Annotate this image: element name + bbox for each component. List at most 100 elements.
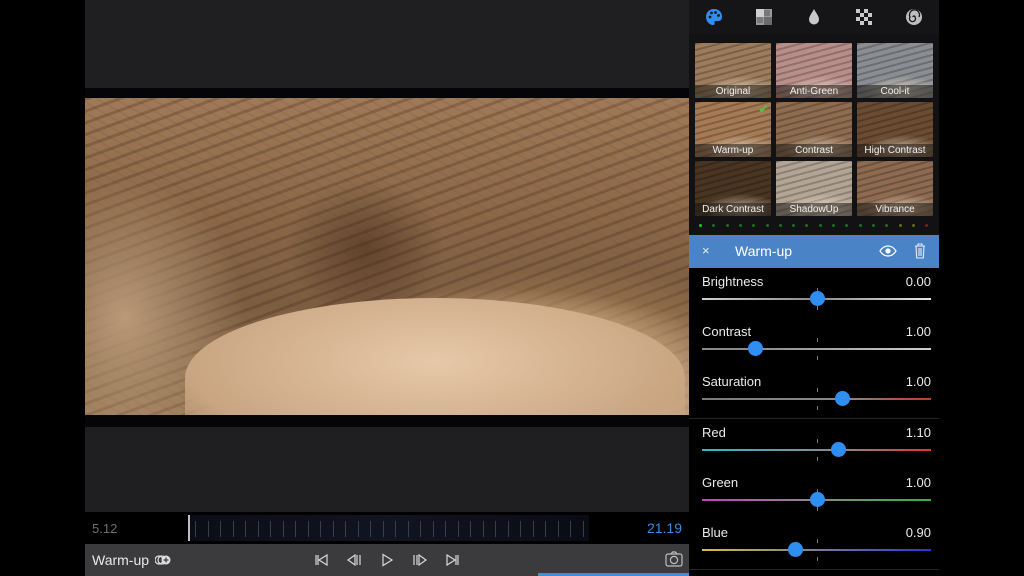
center-mark <box>817 457 818 461</box>
timeline-tick <box>457 521 459 537</box>
slider-thumb[interactable] <box>834 391 850 406</box>
slider-green: Green 1.00 <box>689 469 939 519</box>
page-dot[interactable] <box>858 224 862 227</box>
slider-label: Blue <box>702 525 729 540</box>
slider-thumb[interactable] <box>787 542 803 557</box>
play-button[interactable] <box>379 552 395 568</box>
eye-icon[interactable] <box>879 245 897 257</box>
timeline-tick <box>482 521 484 537</box>
filter-layers-icon[interactable] <box>155 555 171 565</box>
preset-contrast[interactable]: Contrast <box>776 102 852 157</box>
palette-icon[interactable] <box>705 8 723 26</box>
slider-value: 1.10 <box>905 425 931 440</box>
page-dot[interactable] <box>738 224 742 227</box>
trash-icon[interactable] <box>914 243 926 259</box>
swirl-icon[interactable] <box>905 8 923 26</box>
preset-high-contrast[interactable]: High Contrast <box>857 102 933 157</box>
page-dot[interactable] <box>845 224 849 227</box>
slider-track[interactable] <box>702 449 931 451</box>
preset-label: Dark Contrast <box>695 203 771 216</box>
preset-shadowup[interactable]: ShadowUp <box>776 161 852 216</box>
center-mark <box>817 507 818 511</box>
page-dot[interactable] <box>778 224 782 227</box>
skip-to-start-button[interactable] <box>313 552 329 568</box>
slider-blue: Blue 0.90 <box>689 519 939 569</box>
page-dot[interactable] <box>792 224 796 227</box>
playback-toolbar: Warm-up <box>85 544 689 576</box>
page-dot[interactable] <box>832 224 835 227</box>
slider-thumb[interactable] <box>747 341 763 356</box>
preset-original[interactable]: Original <box>695 43 771 98</box>
slider-thumb[interactable] <box>831 442 847 457</box>
page-dot[interactable] <box>712 224 716 227</box>
slider-brightness: Brightness 0.00 <box>689 268 939 318</box>
page-dot[interactable] <box>765 224 769 227</box>
page-dot[interactable] <box>911 224 915 227</box>
slider-thumb[interactable] <box>809 492 825 507</box>
timeline-tick <box>332 521 334 537</box>
skip-to-end-button[interactable] <box>445 552 461 568</box>
slider-value: 0.90 <box>905 525 931 540</box>
panel-tabs <box>689 0 939 34</box>
video-frame[interactable] <box>85 98 689 415</box>
timeline-tick <box>582 521 584 537</box>
preset-label: Anti-Green <box>776 85 852 98</box>
timeline[interactable]: 5.12 21.19 <box>85 512 689 544</box>
page-dot[interactable] <box>871 224 875 227</box>
video-stage <box>85 0 689 512</box>
timeline-tick <box>495 521 496 537</box>
step-forward-button[interactable] <box>412 552 428 568</box>
page-dot[interactable] <box>805 224 809 227</box>
slider-thumb[interactable] <box>809 291 825 306</box>
preset-label: Contrast <box>776 144 852 157</box>
slider-track[interactable] <box>702 348 931 350</box>
center-mark <box>817 356 818 360</box>
page-dot[interactable] <box>885 224 889 227</box>
page-dot[interactable] <box>699 224 702 227</box>
timeline-tick <box>320 521 321 537</box>
pixelate-icon[interactable] <box>855 8 873 26</box>
filter-title: Warm-up <box>735 243 793 259</box>
filter-panel: Original Anti-Green Cool-it Warm-up ✔ Contras… <box>689 0 939 576</box>
drop-icon[interactable] <box>805 8 823 26</box>
page-dot[interactable] <box>752 224 756 227</box>
timeline-tick <box>345 521 346 537</box>
step-back-button[interactable] <box>346 552 362 568</box>
page-dot[interactable] <box>898 224 902 227</box>
divider <box>689 569 939 570</box>
preset-label: Original <box>695 85 771 98</box>
slider-label: Red <box>702 425 726 440</box>
slider-label: Brightness <box>702 274 764 289</box>
slider-label: Green <box>702 475 739 490</box>
preset-anti-green[interactable]: Anti-Green <box>776 43 852 98</box>
center-mark <box>817 439 818 443</box>
preset-page-indicator[interactable] <box>689 222 939 230</box>
preset-dark-contrast[interactable]: Dark Contrast <box>695 161 771 216</box>
page-dot[interactable] <box>818 224 822 227</box>
letterbox-top <box>85 88 689 98</box>
preset-warm-up[interactable]: Warm-up ✔ <box>695 102 771 157</box>
timeline-tick <box>545 521 546 537</box>
timeline-tick <box>307 521 309 537</box>
close-filter-button[interactable]: × <box>702 243 710 258</box>
camera-icon[interactable] <box>665 551 683 567</box>
slider-track[interactable] <box>702 549 931 551</box>
timeline-tick <box>270 521 271 537</box>
slider-track[interactable] <box>702 398 931 400</box>
timeline-track[interactable] <box>189 515 589 541</box>
slider-value: 1.00 <box>905 374 931 389</box>
preset-label: High Contrast <box>857 144 933 157</box>
timeline-tick <box>207 521 209 537</box>
page-dot[interactable] <box>925 224 929 227</box>
page-dot[interactable] <box>725 224 729 227</box>
timeline-tick <box>232 521 234 537</box>
texture-icon[interactable] <box>755 8 773 26</box>
preset-vibrance[interactable]: Vibrance <box>857 161 933 216</box>
timeline-tick <box>282 521 284 537</box>
active-filter-label[interactable]: Warm-up <box>92 552 149 568</box>
center-mark <box>817 539 818 543</box>
playhead[interactable] <box>188 515 190 541</box>
timeline-tick <box>357 521 359 537</box>
slider-saturation: Saturation 1.00 <box>689 368 939 418</box>
preset-cool-it[interactable]: Cool-it <box>857 43 933 98</box>
